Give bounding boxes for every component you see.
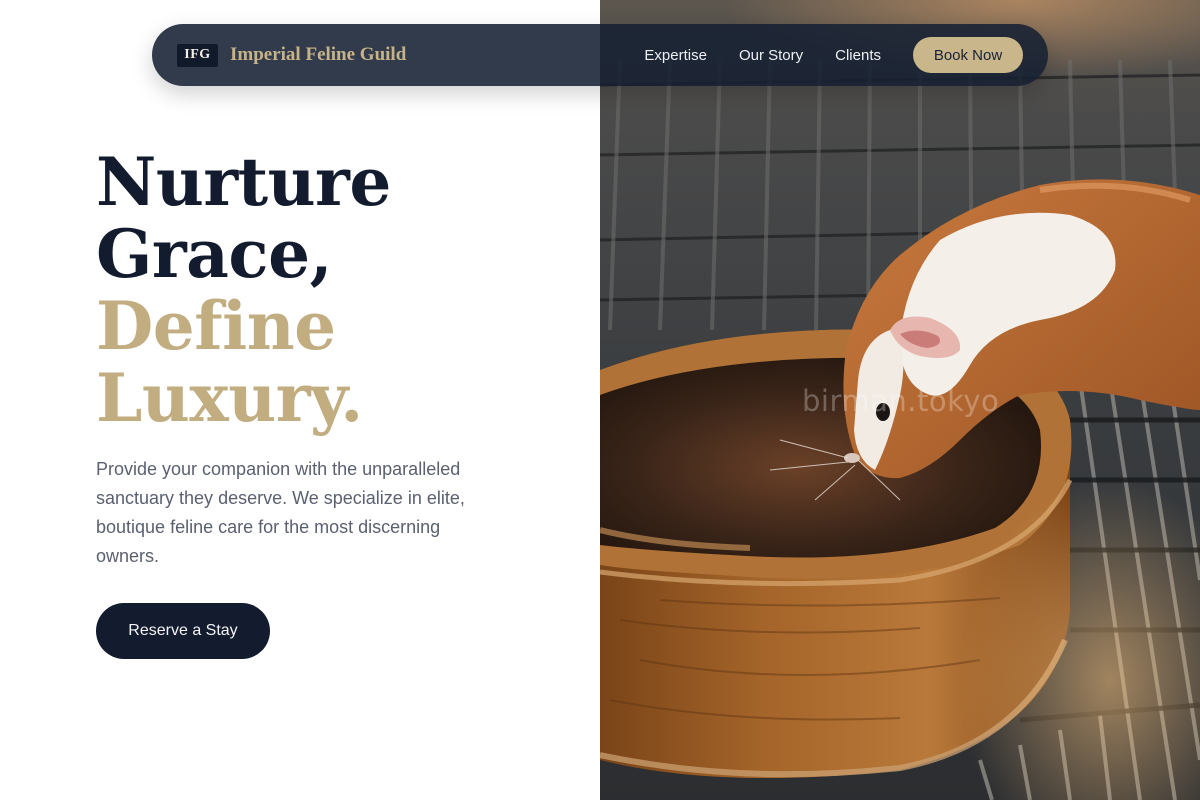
headline-line-3: Define (96, 287, 336, 365)
nav-link-our-story[interactable]: Our Story (739, 47, 803, 64)
hero-intro-text: Provide your companion with the unparall… (96, 459, 465, 566)
nav-link-clients[interactable]: Clients (835, 47, 881, 64)
headline-line-4: Luxury. (96, 359, 363, 437)
logo-badge[interactable]: IFG (177, 43, 218, 67)
hero-photo: birman.tokyo (600, 0, 1200, 800)
brand-name[interactable]: Imperial Feline Guild (230, 44, 406, 66)
book-now-button[interactable]: Book Now (913, 37, 1023, 73)
top-navbar: IFG Imperial Feline Guild Expertise Our … (152, 24, 1048, 86)
nav-link-expertise[interactable]: Expertise (644, 47, 707, 64)
hero-headline: Nurture Grace, Define Luxury. (96, 146, 576, 434)
reserve-stay-button[interactable]: Reserve a Stay (96, 603, 270, 659)
nav-links: Expertise Our Story Clients (644, 47, 881, 64)
watermark-text: birman.tokyo (802, 384, 1000, 418)
headline-line-2: Grace, (96, 215, 333, 293)
headline-line-1: Nurture (96, 143, 391, 221)
